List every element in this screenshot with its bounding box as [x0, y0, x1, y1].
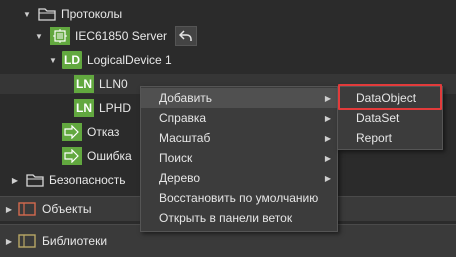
- menu-item-label: Открыть в панели веток: [159, 211, 293, 225]
- chevron-down-icon[interactable]: ▼: [48, 55, 58, 65]
- menu-item-open-in-branch-panel[interactable]: Открыть в панели веток: [141, 208, 337, 228]
- chevron-down-icon[interactable]: ▼: [34, 31, 44, 41]
- highlight-box: [338, 84, 442, 110]
- menu-item-help[interactable]: Справка ▶: [141, 108, 337, 128]
- menu-item-search[interactable]: Поиск ▶: [141, 148, 337, 168]
- ld-badge-icon: LD: [62, 51, 82, 69]
- menu-item-scale[interactable]: Масштаб ▶: [141, 128, 337, 148]
- chevron-right-icon: ▶: [324, 173, 331, 183]
- submenu-item-dataset[interactable]: DataSet: [338, 108, 442, 128]
- chevron-right-icon: ▶: [324, 113, 331, 123]
- submenu-item-label: Report: [356, 131, 393, 145]
- chevron-right-icon[interactable]: ▶: [4, 236, 14, 246]
- tree-label: LogicalDevice 1: [87, 53, 172, 67]
- menu-item-add[interactable]: Добавить ▶: [141, 88, 337, 108]
- panel-icon: [18, 234, 36, 248]
- tree-node-logical-device[interactable]: ▼ LD LogicalDevice 1: [0, 50, 456, 70]
- menu-item-label: Добавить: [159, 91, 213, 105]
- menu-item-tree[interactable]: Дерево ▶: [141, 168, 337, 188]
- panel-icon: [18, 202, 36, 216]
- submenu-item-report[interactable]: Report: [338, 128, 442, 148]
- menu-item-label: Справка: [159, 111, 207, 125]
- menu-item-label: Масштаб: [159, 131, 211, 145]
- panel-label: Объекты: [42, 202, 92, 216]
- arrow-right-box-icon: [62, 123, 82, 141]
- menu-item-label: Восстановить по умолчанию: [159, 191, 319, 205]
- chevron-right-icon[interactable]: ▶: [10, 175, 20, 185]
- menu-item-label: Поиск: [159, 151, 193, 165]
- panel-label: Библиотеки: [42, 234, 108, 248]
- menu-item-label: Дерево: [159, 171, 201, 185]
- chevron-right-icon: ▶: [324, 93, 331, 103]
- arrow-right-box-icon: [62, 147, 82, 165]
- tree-label: Отказ: [87, 125, 120, 139]
- chevron-right-icon[interactable]: ▶: [4, 204, 14, 214]
- tree-label: Протоколы: [61, 7, 123, 21]
- tree-node-protocols[interactable]: ▼ Протоколы: [0, 4, 456, 24]
- folder-icon: [38, 7, 56, 21]
- context-menu: Добавить ▶ Справка ▶ Масштаб ▶ Поиск ▶ Д…: [140, 86, 338, 232]
- chevron-right-icon: ▶: [324, 153, 331, 163]
- folder-icon: [26, 173, 44, 187]
- chevron-down-icon[interactable]: ▼: [22, 9, 32, 19]
- menu-item-restore-default[interactable]: Восстановить по умолчанию: [141, 188, 337, 208]
- ln-badge-icon: LN: [74, 75, 94, 93]
- tree-label: IEC61850 Server: [75, 29, 168, 43]
- tree-label: Безопасность: [49, 173, 126, 187]
- back-arrow-icon[interactable]: [175, 26, 198, 46]
- tree-node-server[interactable]: ▼ IEC61850 Server: [0, 26, 456, 46]
- tree-label: Ошибка: [87, 149, 132, 163]
- ln-badge-icon: LN: [74, 99, 94, 117]
- submenu-item-label: DataSet: [356, 111, 400, 125]
- tree-label: LLN0: [99, 77, 128, 91]
- server-icon: [50, 27, 70, 45]
- chevron-right-icon: ▶: [324, 133, 331, 143]
- tree-label: LPHD: [99, 101, 132, 115]
